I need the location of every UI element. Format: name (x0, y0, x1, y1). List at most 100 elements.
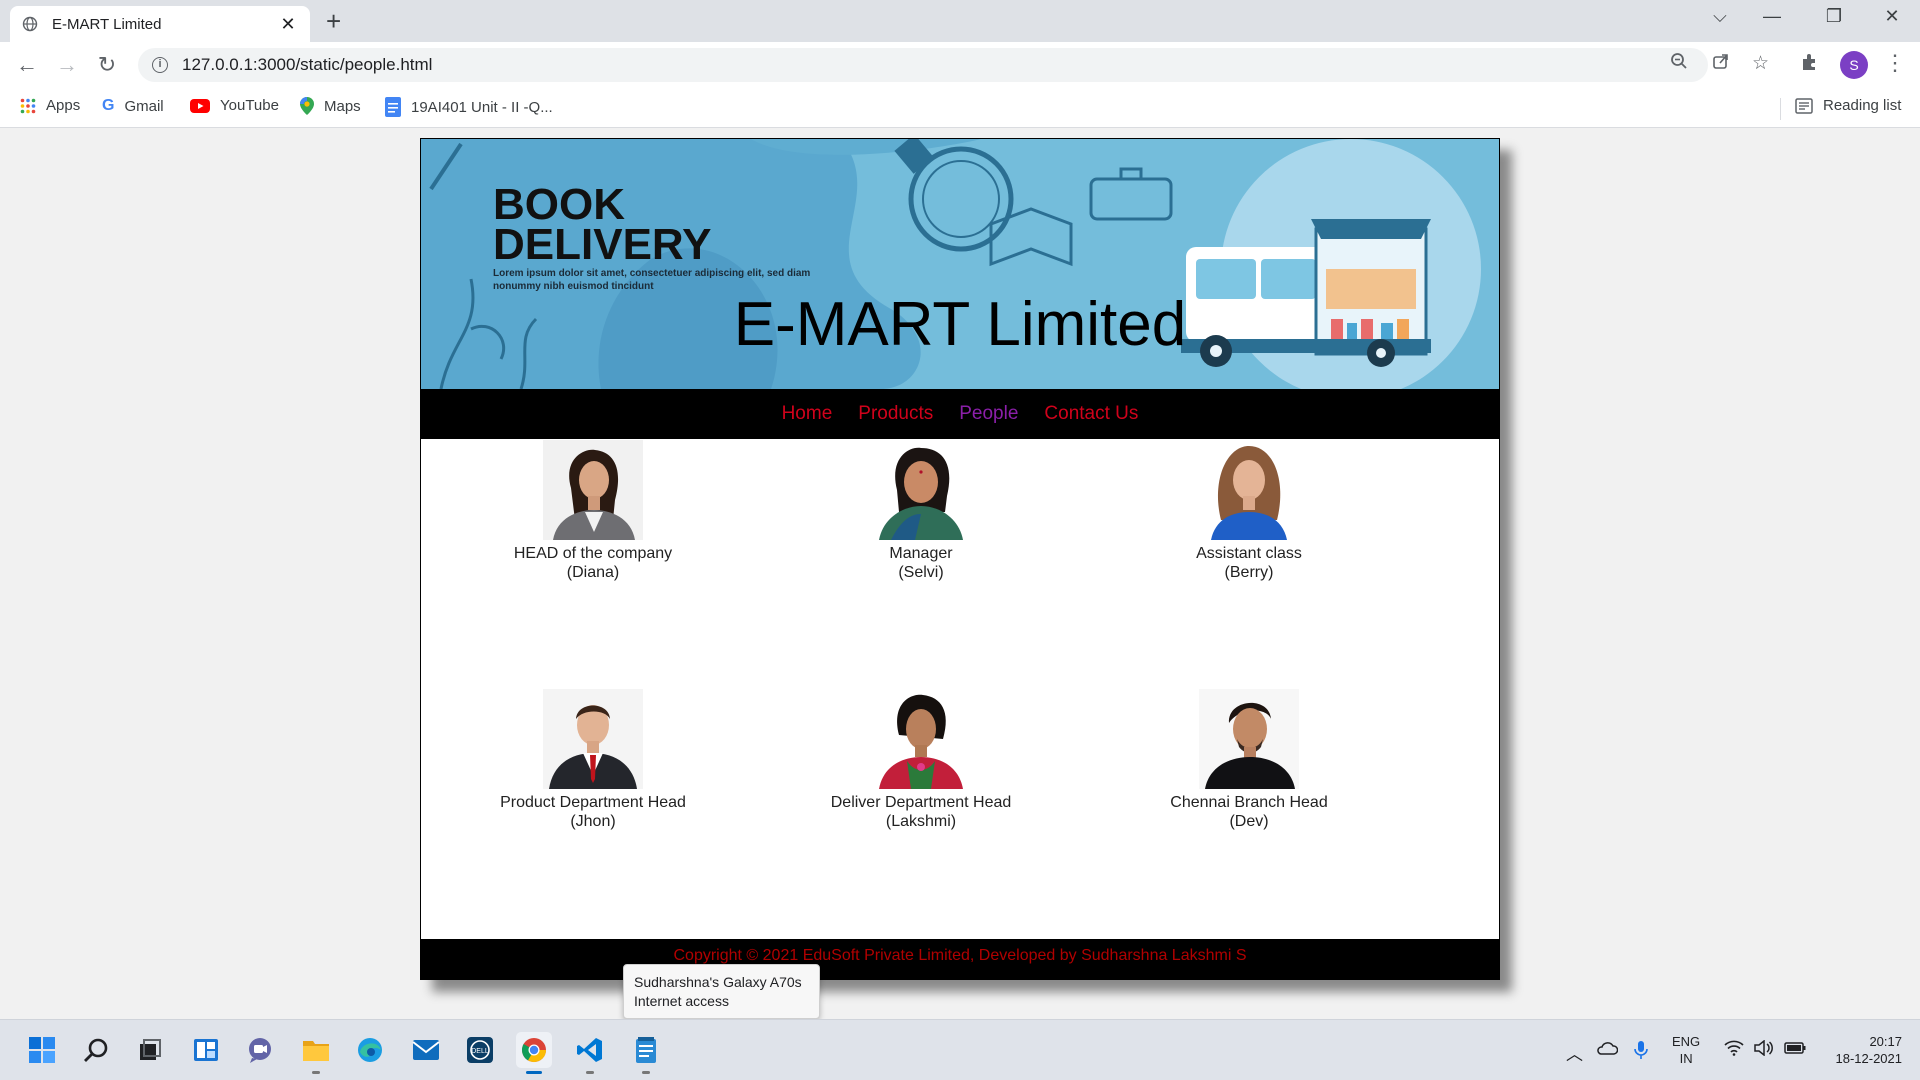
person-card-dev: Chennai Branch Head (Dev) (1129, 689, 1369, 831)
edge-icon[interactable] (352, 1032, 388, 1068)
person-name: (Lakshmi) (885, 813, 957, 830)
restore-button[interactable]: ❐ (1814, 6, 1854, 27)
portrait-photo (1199, 440, 1299, 540)
svg-text:DELL: DELL (471, 1048, 489, 1055)
maps-pin-icon (300, 97, 314, 115)
file-explorer-icon[interactable] (298, 1032, 334, 1074)
bookmark-youtube[interactable]: YouTube (190, 97, 279, 114)
page-viewport: BOOK DELIVERY Lorem ipsum dolor sit amet… (0, 129, 1920, 1019)
running-indicator (642, 1071, 650, 1074)
start-icon[interactable] (24, 1032, 60, 1068)
reading-list-label: Reading list (1823, 97, 1902, 114)
search-icon[interactable] (78, 1032, 114, 1068)
system-clock[interactable]: 20:17 18-12-2021 (1824, 1033, 1903, 1067)
tab-title: E-MART Limited (52, 15, 162, 33)
person-name: (Jhon) (570, 813, 616, 830)
nav-people-link[interactable]: People (959, 403, 1018, 425)
reload-icon[interactable]: ↻ (92, 50, 122, 80)
site-footer: Copyright © 2021 EduSoft Private Limited… (421, 939, 1499, 980)
person-role: HEAD of the company (513, 545, 673, 562)
volume-icon[interactable] (1754, 1039, 1774, 1061)
bookmark-apps[interactable]: Apps (20, 97, 80, 114)
bookmark-star-icon[interactable]: ☆ (1752, 52, 1769, 75)
windows-taskbar: DELL ︿ ENG IN 20:17 18-12-2021 (0, 1019, 1920, 1080)
tab-search-icon[interactable]: ⌵ (1700, 6, 1740, 27)
bookmark-label: YouTube (220, 97, 279, 114)
back-arrow-icon[interactable]: ← (12, 50, 42, 80)
microphone-icon[interactable] (1634, 1040, 1648, 1065)
bookmarks-divider (1780, 98, 1781, 120)
battery-charging-icon[interactable] (1784, 1040, 1806, 1060)
browser-menu-icon[interactable]: ⋮ (1884, 50, 1906, 76)
apps-grid-icon (20, 98, 36, 113)
new-tab-button[interactable]: + (326, 8, 341, 34)
person-card-diana: HEAD of the company (Diana) (473, 440, 713, 582)
widgets-icon[interactable] (188, 1032, 224, 1068)
person-card-berry: Assistant class (Berry) (1129, 440, 1369, 582)
portrait-photo (871, 440, 971, 540)
network-tooltip: Sudharshna's Galaxy A70s Internet access (623, 964, 820, 1019)
portrait-photo (1199, 689, 1299, 789)
mail-icon[interactable] (408, 1032, 444, 1068)
browser-toolbar: ← → ↻ i 127.0.0.1:3000/static/people.htm… (0, 42, 1920, 88)
person-name: (Selvi) (898, 564, 944, 581)
person-card-lakshmi: Deliver Department Head (Lakshmi) (801, 689, 1041, 831)
nav-home-link[interactable]: Home (782, 403, 833, 425)
site-navigation: Home Products People Contact Us (421, 389, 1499, 439)
site-info-icon[interactable]: i (152, 57, 168, 73)
person-name: (Dev) (1229, 813, 1269, 830)
reading-list-icon (1795, 97, 1813, 114)
bookmark-docs[interactable]: 19AI401 Unit - II -Q... (385, 97, 553, 117)
nav-contact-link[interactable]: Contact Us (1044, 403, 1138, 425)
bookmark-maps[interactable]: Maps (300, 97, 361, 115)
youtube-icon (190, 98, 210, 113)
vscode-icon[interactable] (572, 1032, 608, 1074)
task-view-icon[interactable] (132, 1032, 168, 1068)
forward-arrow-icon[interactable]: → (52, 50, 82, 80)
browser-tab-strip: E-MART Limited ✕ + ⌵ — ❐ ✕ (0, 0, 1920, 42)
person-card-jhon: Product Department Head (Jhon) (473, 689, 713, 831)
bookmark-label: Gmail (124, 97, 164, 115)
person-role: Chennai Branch Head (1170, 794, 1328, 811)
share-icon[interactable] (1712, 52, 1730, 76)
chrome-icon[interactable] (516, 1032, 552, 1074)
running-indicator (586, 1071, 594, 1074)
person-name: (Berry) (1224, 564, 1274, 581)
person-role: Manager (889, 545, 953, 562)
url-text[interactable]: 127.0.0.1:3000/static/people.html (182, 55, 432, 75)
nav-products-link[interactable]: Products (858, 403, 933, 425)
teams-chat-icon[interactable] (242, 1032, 278, 1068)
docs-icon (385, 97, 401, 117)
minimize-button[interactable]: — (1752, 6, 1792, 27)
onedrive-cloud-icon[interactable] (1596, 1040, 1619, 1060)
address-bar[interactable]: i 127.0.0.1:3000/static/people.html (138, 48, 1708, 82)
person-name: (Diana) (566, 564, 620, 581)
window-close-button[interactable]: ✕ (1872, 6, 1912, 27)
bookmark-gmail[interactable]: G Gmail (102, 97, 164, 115)
zoom-icon[interactable] (1670, 52, 1688, 76)
extensions-puzzle-icon[interactable] (1800, 52, 1820, 78)
active-indicator (526, 1071, 542, 1074)
bookmark-label: 19AI401 Unit - II -Q... (411, 98, 553, 116)
site-title: E-MART Limited (733, 290, 1187, 359)
show-hidden-icons-chevron-icon[interactable]: ︿ (1566, 1040, 1583, 1065)
clock-date: 18-12-2021 (1835, 1051, 1903, 1066)
reading-list-button[interactable]: Reading list (1795, 97, 1901, 114)
clock-time: 20:17 (1869, 1034, 1902, 1049)
dell-icon[interactable]: DELL (462, 1032, 498, 1068)
profile-avatar[interactable]: S (1840, 51, 1868, 79)
person-card-selvi: Manager (Selvi) (801, 440, 1041, 582)
notepad-icon[interactable] (628, 1032, 664, 1074)
tooltip-network-status: Internet access (634, 993, 729, 1009)
language-code: ENG (1672, 1034, 1701, 1049)
bookmarks-bar: Apps G Gmail YouTube Maps 19AI401 Unit -… (0, 88, 1920, 128)
tab-close-icon[interactable]: ✕ (278, 14, 298, 35)
bookmark-label: Apps (46, 97, 81, 114)
browser-tab-active[interactable]: E-MART Limited ✕ (10, 6, 310, 42)
globe-icon (22, 16, 38, 32)
banner-headline-2: DELIVERY (493, 220, 711, 269)
wifi-icon[interactable] (1724, 1040, 1744, 1061)
copyright-text: Copyright © 2021 EduSoft Private Limited… (673, 947, 1247, 964)
input-language-indicator[interactable]: ENG IN (1672, 1033, 1700, 1067)
person-role: Product Department Head (500, 794, 686, 811)
